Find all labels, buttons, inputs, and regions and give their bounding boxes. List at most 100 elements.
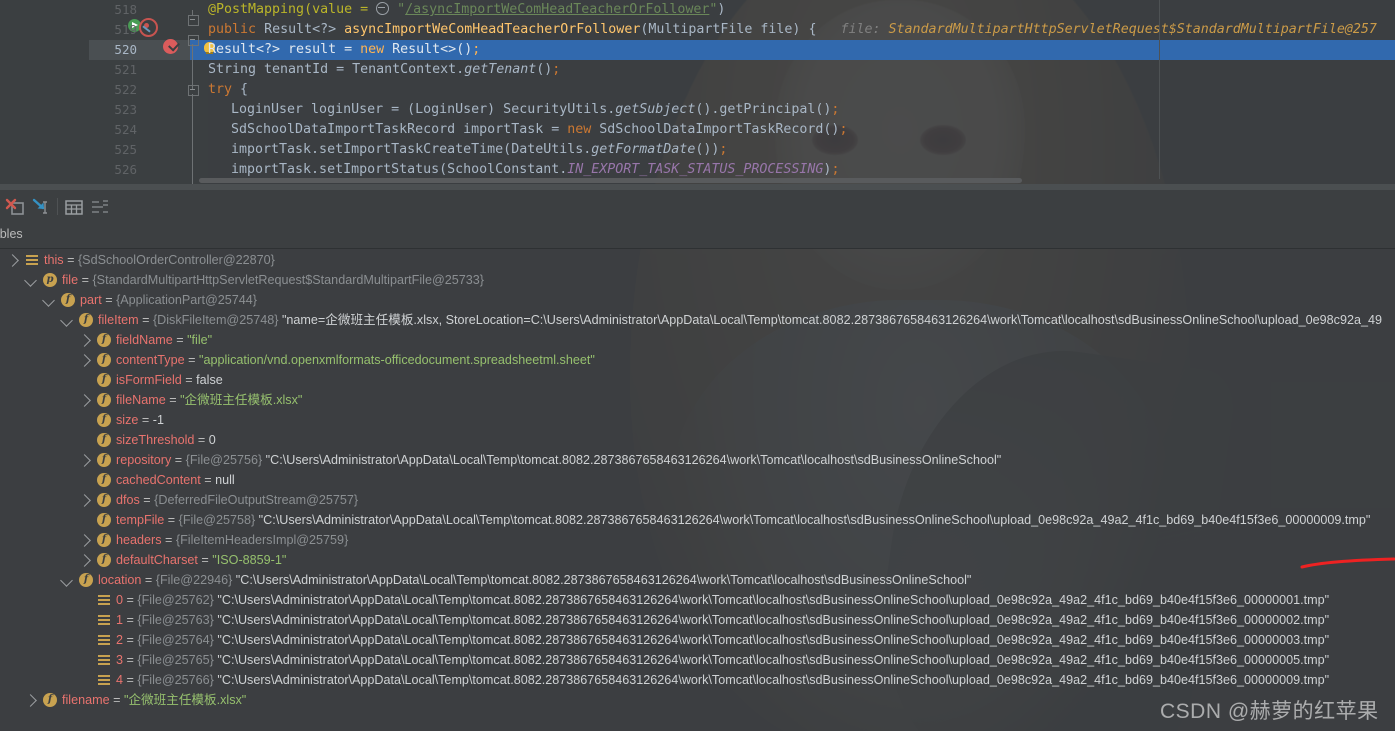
code-line-523[interactable]: 523 LoginUser loginUser = (LoginUser) Se… — [0, 100, 1395, 120]
field-icon — [97, 433, 111, 447]
code-line-519[interactable]: 519 public Result<?> asyncImportWeComHea… — [0, 20, 1395, 40]
variable-value: "C:\Users\Administrator\AppData\Local\Te… — [235, 573, 972, 587]
tree-row[interactable]: isFormField = false — [0, 370, 1395, 390]
chevron-right-icon[interactable] — [78, 554, 91, 567]
code-text: importTask.setImportTaskCreateTime(DateU… — [231, 142, 728, 157]
variable-value: "C:\Users\Administrator\AppData\Local\Te… — [217, 673, 1330, 687]
line-number: 526 — [114, 162, 137, 177]
editor-horizontal-scrollbar[interactable] — [199, 178, 1022, 183]
tree-row[interactable]: 2 = {File@25764} "C:\Users\Administrator… — [0, 630, 1395, 650]
variables-tree[interactable]: this = {SdSchoolOrderController@22870}fi… — [0, 250, 1395, 731]
chevron-down-icon[interactable] — [24, 274, 37, 287]
chevron-right-icon[interactable] — [78, 394, 91, 407]
tree-row[interactable]: 3 = {File@25765} "C:\Users\Administrator… — [0, 650, 1395, 670]
tree-row-text: file = {StandardMultipartHttpServletRequ… — [62, 270, 484, 290]
chevron-right-icon[interactable] — [6, 254, 19, 267]
variable-value: "C:\Users\Administrator\AppData\Local\Te… — [265, 453, 1002, 467]
tree-row[interactable]: repository = {File@25756} "C:\Users\Admi… — [0, 450, 1395, 470]
field-icon — [97, 393, 111, 407]
equals-sign: = — [197, 553, 213, 567]
list-entry-icon — [97, 633, 111, 647]
variable-value: "ISO-8859-1" — [212, 553, 287, 567]
variable-value: false — [196, 373, 223, 387]
view-as-table-icon[interactable] — [64, 197, 86, 217]
tree-row[interactable]: contentType = "application/vnd.openxmlfo… — [0, 350, 1395, 370]
tree-row-text: fieldName = "file" — [116, 330, 212, 350]
chevron-right-icon[interactable] — [78, 454, 91, 467]
code-line-520[interactable]: 520 Result<?> result = new Result<>(); — [0, 40, 1395, 60]
debugger-variables-panel[interactable]: iables this = {SdSchoolOrderController@2… — [0, 190, 1395, 731]
code-line-526[interactable]: 526 importTask.setImportStatus(SchoolCon… — [0, 160, 1395, 180]
code-line-522[interactable]: 522 try { — [0, 80, 1395, 100]
equals-sign: = — [200, 473, 216, 487]
code-lines: 518 @PostMapping(value = "/asyncImportWe… — [0, 0, 1395, 190]
object-reference: {File@25765} — [137, 653, 214, 667]
tree-row[interactable]: fileItem = {DiskFileItem@25748} "name=企微… — [0, 310, 1395, 330]
variables-tab-strip[interactable]: iables — [0, 223, 1395, 249]
variable-name: fileName — [116, 393, 166, 407]
chevron-right-icon[interactable] — [78, 534, 91, 547]
add-to-watches-icon[interactable] — [32, 197, 54, 217]
chevron-down-icon[interactable] — [60, 314, 73, 327]
object-reference: {File@25762} — [137, 593, 214, 607]
line-number: 521 — [114, 62, 137, 77]
equals-sign: = — [138, 413, 153, 427]
tree-row[interactable]: fieldName = "file" — [0, 330, 1395, 350]
tree-row[interactable]: size = -1 — [0, 410, 1395, 430]
group-by-type-icon[interactable] — [90, 197, 112, 217]
tree-row-text: fileName = "企微班主任模板.xlsx" — [116, 390, 302, 410]
chevron-down-icon[interactable] — [60, 574, 73, 587]
tree-row[interactable]: fileName = "企微班主任模板.xlsx" — [0, 390, 1395, 410]
code-editor[interactable]: 518 @PostMapping(value = "/asyncImportWe… — [0, 0, 1395, 190]
code-text: try { — [208, 82, 249, 97]
tree-row-text: 2 = {File@25764} "C:\Users\Administrator… — [116, 630, 1329, 650]
object-reference: {File@25763} — [137, 613, 214, 627]
code-line-521[interactable]: 521 String tenantId = TenantContext.getT… — [0, 60, 1395, 80]
variable-name: dfos — [116, 493, 140, 507]
tree-row-text: repository = {File@25756} "C:\Users\Admi… — [116, 450, 1001, 470]
chevron-right-icon[interactable] — [78, 354, 91, 367]
equals-sign: = — [181, 373, 197, 387]
chevron-right-icon[interactable] — [24, 694, 37, 707]
code-line-524[interactable]: 524 SdSchoolDataImportTaskRecord importT… — [0, 120, 1395, 140]
tree-row[interactable]: defaultCharset = "ISO-8859-1" — [0, 550, 1395, 570]
tree-row[interactable]: sizeThreshold = 0 — [0, 430, 1395, 450]
equals-sign: = — [123, 673, 138, 687]
tree-row[interactable]: dfos = {DeferredFileOutputStream@25757} — [0, 490, 1395, 510]
equals-sign: = — [109, 693, 124, 707]
tree-row[interactable]: filename = "企微班主任模板.xlsx" — [0, 690, 1395, 710]
debugger-toolbar[interactable] — [0, 190, 1395, 224]
tree-row[interactable]: this = {SdSchoolOrderController@22870} — [0, 250, 1395, 270]
variable-name: sizeThreshold — [116, 433, 195, 447]
chevron-right-icon[interactable] — [78, 334, 91, 347]
equals-sign: = — [141, 573, 156, 587]
equals-sign: = — [123, 613, 138, 627]
code-line-518[interactable]: 518 @PostMapping(value = "/asyncImportWe… — [0, 0, 1395, 20]
field-icon — [97, 413, 111, 427]
equals-sign: = — [63, 253, 78, 267]
line-number: 522 — [114, 82, 137, 97]
chevron-down-icon[interactable] — [42, 294, 55, 307]
remove-watch-icon[interactable] — [5, 197, 27, 217]
chevron-right-icon[interactable] — [78, 494, 91, 507]
code-text: SdSchoolDataImportTaskRecord importTask … — [231, 122, 848, 137]
tab-variables[interactable]: iables — [0, 227, 23, 241]
object-reference: {SdSchoolOrderController@22870} — [77, 253, 275, 267]
tree-row[interactable]: 4 = {File@25766} "C:\Users\Administrator… — [0, 670, 1395, 690]
equals-sign: = — [184, 353, 199, 367]
tree-row-text: tempFile = {File@25758} "C:\Users\Admini… — [116, 510, 1370, 530]
tree-row[interactable]: headers = {FileItemHeadersImpl@25759} — [0, 530, 1395, 550]
tree-row[interactable]: part = {ApplicationPart@25744} — [0, 290, 1395, 310]
tree-row[interactable]: tempFile = {File@25758} "C:\Users\Admini… — [0, 510, 1395, 530]
code-text: public Result<?> asyncImportWeComHeadTea… — [208, 22, 1377, 37]
tree-row[interactable]: 1 = {File@25763} "C:\Users\Administrator… — [0, 610, 1395, 630]
equals-sign: = — [139, 493, 155, 507]
toolbar-separator — [57, 198, 58, 215]
tree-row[interactable]: 0 = {File@25762} "C:\Users\Administrator… — [0, 590, 1395, 610]
object-reference: {File@25756} — [185, 453, 263, 467]
variable-name: size — [116, 413, 139, 427]
tree-row[interactable]: cachedContent = null — [0, 470, 1395, 490]
code-line-525[interactable]: 525 importTask.setImportTaskCreateTime(D… — [0, 140, 1395, 160]
tree-row[interactable]: location = {File@22946} "C:\Users\Admini… — [0, 570, 1395, 590]
tree-row[interactable]: file = {StandardMultipartHttpServletRequ… — [0, 270, 1395, 290]
